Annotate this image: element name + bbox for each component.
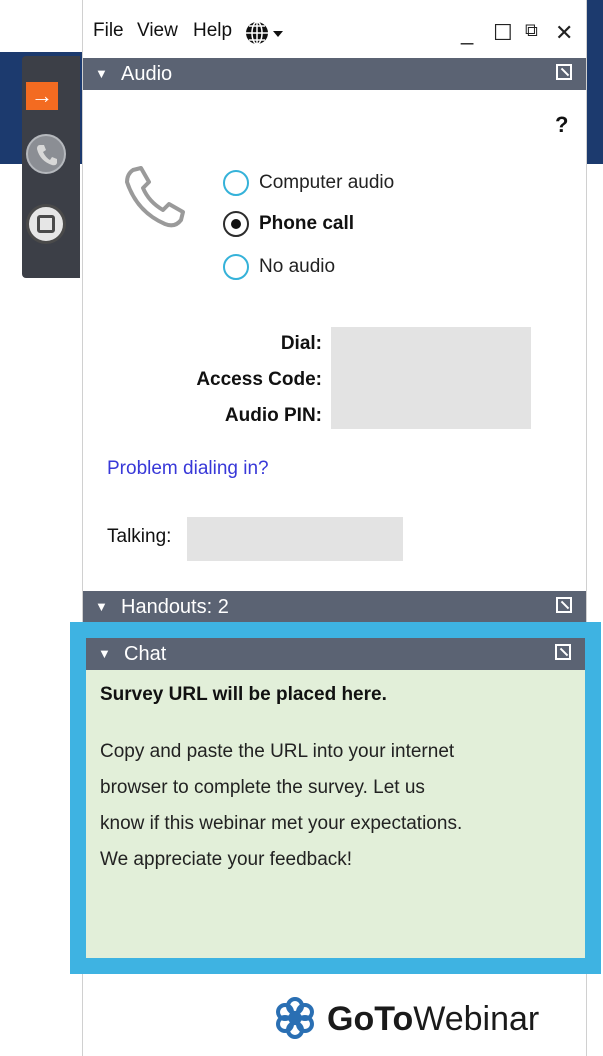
radio-no-audio-label: No audio (259, 256, 336, 277)
globe-icon (246, 21, 283, 45)
dial-info-box (331, 327, 531, 429)
menu-help[interactable]: Help (193, 20, 232, 42)
radio-phone-call-circle[interactable] (223, 211, 249, 237)
language-dropdown[interactable] (245, 20, 285, 51)
menu-view[interactable]: View (137, 20, 178, 42)
chat-message-body: Copy and paste the URL into your interne… (100, 734, 580, 878)
popout-icon[interactable] (556, 64, 572, 80)
logo-text: GoToWebinar (327, 1000, 539, 1039)
menu-bar: File View Help _ ☐ ⧉ ✕ (83, 0, 586, 56)
phone-handset-icon (125, 166, 185, 228)
audio-pin-label: Audio PIN: (224, 405, 322, 426)
chat-highlight-frame: ▼ Chat Survey URL will be placed here. C… (70, 622, 601, 974)
audio-help-button[interactable]: ? (555, 112, 568, 138)
chat-section-title: Chat (124, 643, 167, 665)
phone-icon (37, 145, 57, 166)
talking-label: Talking: (107, 526, 172, 547)
chat-panel: ▼ Chat Survey URL will be placed here. C… (86, 638, 585, 958)
chat-line: browser to complete the survey. Let us (100, 777, 425, 798)
popout-button[interactable]: ⧉ (525, 20, 538, 41)
logo-text-regular: Webinar (413, 1000, 540, 1038)
flower-logo-icon (276, 997, 314, 1039)
problem-dialing-link[interactable]: Problem dialing in? (107, 458, 269, 480)
handouts-section-title: Handouts: 2 (121, 596, 229, 618)
minimize-button[interactable]: _ (461, 20, 473, 46)
popout-icon[interactable] (555, 644, 571, 660)
banner-corner (0, 0, 82, 52)
radio-computer-audio-label: Computer audio (259, 172, 395, 193)
screen-icon[interactable] (26, 204, 66, 244)
radio-no-audio-circle[interactable] (223, 254, 249, 280)
maximize-button[interactable]: ☐ (493, 20, 513, 46)
chat-line: We appreciate your feedback! (100, 849, 353, 870)
collapse-triangle-icon: ▼ (95, 66, 108, 81)
access-code-label: Access Code: (196, 369, 322, 390)
radio-computer-audio-circle[interactable] (223, 170, 249, 196)
audio-section-title: Audio (121, 63, 173, 85)
radio-phone-call-label: Phone call (259, 213, 355, 234)
talking-indicator (187, 517, 403, 561)
close-button[interactable]: ✕ (555, 20, 573, 46)
dial-label: Dial: (280, 333, 322, 354)
handouts-section-header[interactable]: ▼ Handouts: 2 (83, 591, 586, 623)
collapse-triangle-icon: ▼ (95, 599, 108, 614)
audio-section-header[interactable]: ▼ Audio (83, 58, 586, 90)
control-toolstrip: → (22, 56, 80, 278)
chat-section-header[interactable]: ▼ Chat (86, 638, 585, 670)
popout-icon[interactable] (556, 597, 572, 613)
arrow-right-icon[interactable]: → (26, 82, 58, 110)
logo-text-bold: GoTo (327, 1000, 414, 1038)
phone-toggle-button[interactable] (26, 134, 66, 174)
chat-line: know if this webinar met your expectatio… (100, 813, 463, 834)
menu-file[interactable]: File (93, 20, 124, 42)
collapse-triangle-icon: ▼ (98, 646, 111, 661)
chat-message-heading: Survey URL will be placed here. (100, 684, 387, 705)
chat-line: Copy and paste the URL into your interne… (100, 741, 455, 762)
